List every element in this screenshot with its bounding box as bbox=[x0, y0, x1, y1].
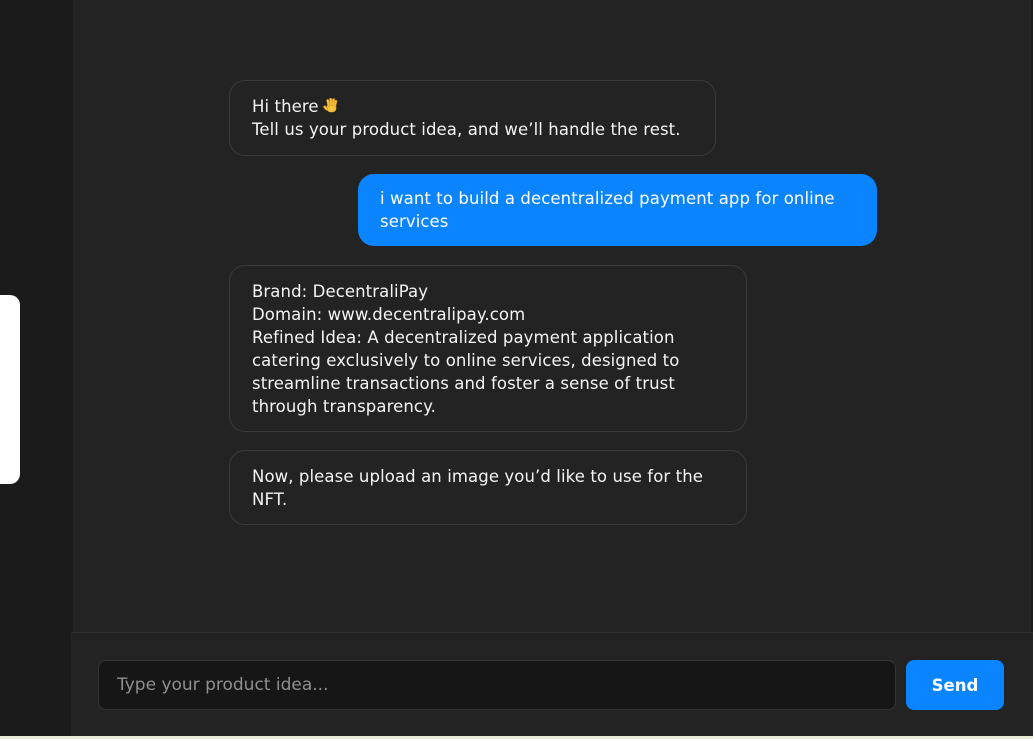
greeting-line: Hi there bbox=[252, 97, 319, 116]
chat-panel: Hi there Tell us your product idea, and … bbox=[73, 0, 1033, 632]
product-idea-input[interactable] bbox=[98, 660, 896, 710]
waving-hand-icon bbox=[322, 97, 340, 114]
left-rail bbox=[0, 0, 73, 739]
send-button[interactable]: Send bbox=[906, 660, 1004, 710]
sidebar-collapsed-card[interactable] bbox=[0, 295, 20, 484]
bot-message-greeting: Hi there Tell us your product idea, and … bbox=[229, 80, 716, 156]
bot-message-upload-prompt: Now, please upload an image you’d like t… bbox=[229, 450, 747, 525]
user-message: i want to build a decentralized payment … bbox=[358, 174, 877, 246]
greeting-subline: Tell us your product idea, and we’ll han… bbox=[252, 120, 681, 139]
composer-bar: Send bbox=[71, 632, 1033, 736]
bot-message-brand: Brand: DecentraliPay Domain: www.decentr… bbox=[229, 265, 747, 432]
